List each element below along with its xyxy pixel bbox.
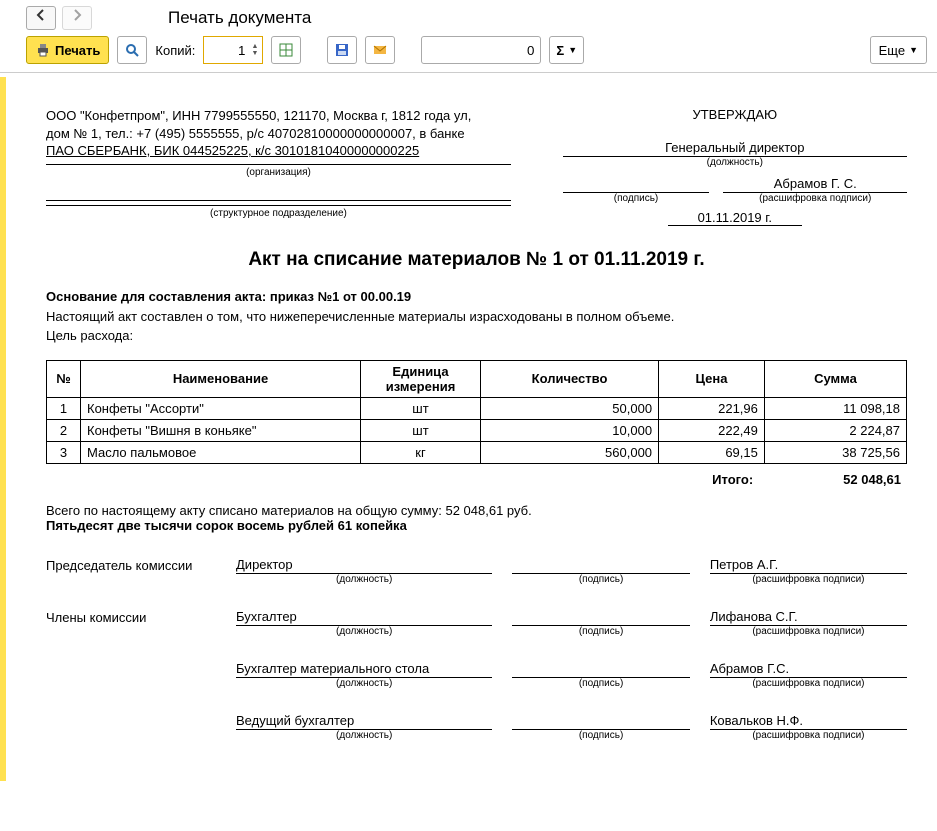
chevron-down-icon: ▼ xyxy=(909,45,918,55)
sig-sign xyxy=(512,661,689,678)
sum-button[interactable]: Σ ▼ xyxy=(549,36,584,64)
sig-name: Абрамов Г.С. xyxy=(710,661,907,678)
copies-label: Копий: xyxy=(155,43,195,58)
sig-sign xyxy=(512,609,689,626)
diskette-icon xyxy=(334,42,350,58)
chevron-down-icon: ▼ xyxy=(568,45,577,55)
sig-position: Директор xyxy=(236,557,492,574)
more-button[interactable]: Еще ▼ xyxy=(870,36,927,64)
printer-icon xyxy=(35,42,51,58)
sig-position: Бухгалтер материального стола xyxy=(236,661,492,678)
print-button[interactable]: Печать xyxy=(26,36,109,64)
dept-hint: (структурное подразделение) xyxy=(46,205,511,219)
print-button-label: Печать xyxy=(55,43,100,58)
copies-input[interactable] xyxy=(221,42,247,59)
nav-forward-button[interactable] xyxy=(62,6,92,30)
envelope-icon xyxy=(372,42,388,58)
org-hint: (организация) xyxy=(46,164,511,178)
preview-button[interactable] xyxy=(117,36,147,64)
template-button[interactable] xyxy=(271,36,301,64)
page-input[interactable] xyxy=(421,36,541,64)
approve-position-hint: (должность) xyxy=(563,157,907,168)
items-table: № Наименование Единица измерения Количес… xyxy=(46,360,907,464)
sig-role: Члены комиссии xyxy=(46,609,216,625)
send-button[interactable] xyxy=(365,36,395,64)
sig-name: Петров А.Г. xyxy=(710,557,907,574)
totals: Итого: 52 048,61 xyxy=(46,464,907,487)
nav-back-button[interactable] xyxy=(26,6,56,30)
spinner-arrows-icon[interactable]: ▲▼ xyxy=(251,43,258,57)
sig-name: Ковальков Н.Ф. xyxy=(710,713,907,730)
approve-name: Абрамов Г. С. xyxy=(723,176,907,193)
grid-icon xyxy=(278,42,294,58)
summary: Всего по настоящему акту списано материа… xyxy=(46,503,907,533)
table-row: 2 Конфеты "Вишня в коньяке" шт 10,000 22… xyxy=(47,419,907,441)
document-title: Акт на списание материалов № 1 от 01.11.… xyxy=(46,249,907,271)
approve-title: УТВЕРЖДАЮ xyxy=(563,107,907,122)
table-row: 1 Конфеты "Ассорти" шт 50,000 221,96 11 … xyxy=(47,397,907,419)
sig-role: Председатель комиссии xyxy=(46,557,216,573)
table-row: 3 Масло пальмовое кг 560,000 69,15 38 72… xyxy=(47,441,907,463)
copies-spinner[interactable]: ▲▼ xyxy=(203,36,263,64)
approve-position: Генеральный директор xyxy=(563,140,907,157)
sig-sign xyxy=(512,557,689,574)
save-button[interactable] xyxy=(327,36,357,64)
arrow-left-icon xyxy=(33,7,49,23)
approve-date: 01.11.2019 г. xyxy=(668,210,802,226)
sig-position: Ведущий бухгалтер xyxy=(236,713,492,730)
approve-sign xyxy=(563,176,710,193)
arrow-right-icon xyxy=(69,7,85,23)
more-button-label: Еще xyxy=(879,43,905,58)
magnifier-icon xyxy=(124,42,140,58)
sig-name: Лифанова С.Г. xyxy=(710,609,907,626)
window-title: Печать документа xyxy=(168,8,311,28)
org-info: ООО "Конфетпром", ИНН 7799555550, 121170… xyxy=(46,107,511,160)
basis-block: Основание для составления акта: приказ №… xyxy=(46,287,907,346)
sigma-icon: Σ xyxy=(556,43,564,58)
sig-position: Бухгалтер xyxy=(236,609,492,626)
sig-sign xyxy=(512,713,689,730)
